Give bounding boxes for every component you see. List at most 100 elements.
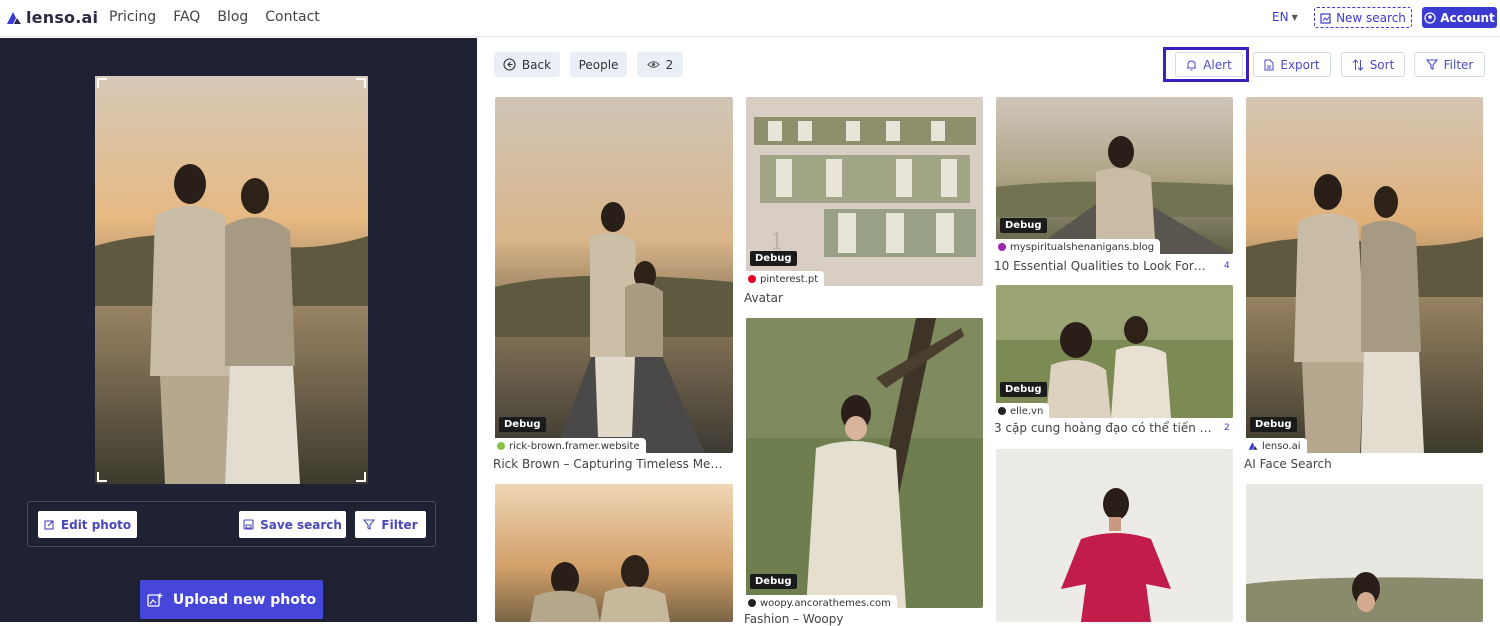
source-tag[interactable]: lenso.ai <box>1246 438 1307 454</box>
result-card[interactable] <box>1246 484 1483 622</box>
upload-new-photo-button[interactable]: Upload new photo <box>140 580 323 619</box>
crop-corner[interactable] <box>356 472 366 482</box>
new-search-label: New search <box>1336 10 1406 25</box>
crop-corner[interactable] <box>97 472 107 482</box>
result-image[interactable] <box>746 318 983 608</box>
source-tag[interactable]: woopy.ancorathemes.com <box>746 595 897 611</box>
source-domain: elle.vn <box>1010 405 1044 417</box>
source-tag[interactable]: pinterest.pt <box>746 271 825 287</box>
debug-badge: Debug <box>1000 218 1047 233</box>
result-image[interactable] <box>495 97 733 453</box>
results-filter-label: Filter <box>1443 57 1474 72</box>
debug-badge: Debug <box>1250 417 1297 432</box>
logo[interactable]: lenso.ai <box>6 8 98 27</box>
duplicate-count: 2 <box>1224 423 1230 433</box>
pencil-icon <box>44 520 54 530</box>
result-image[interactable] <box>996 449 1233 622</box>
debug-badge: Debug <box>1000 382 1047 397</box>
pinterest-icon <box>748 275 756 283</box>
alert-button[interactable]: Alert <box>1175 52 1243 77</box>
result-image[interactable] <box>1246 97 1483 453</box>
result-card[interactable] <box>996 449 1233 622</box>
photo-actions: Edit photo Save search Filter <box>27 501 436 547</box>
source-domain: myspiritualshenanigans.blog <box>1010 241 1155 253</box>
source-tag[interactable]: elle.vn <box>996 403 1050 419</box>
source-domain: rick-brown.framer.website <box>509 440 640 452</box>
top-bar: lenso.ai Pricing FAQ Blog Contact EN ▼ N… <box>0 0 1500 37</box>
nav-faq[interactable]: FAQ <box>173 9 200 25</box>
result-title[interactable]: 3 cặp cung hoàng đạo có thể tiến đến h..… <box>994 421 1218 435</box>
site-favicon-icon <box>998 407 1006 415</box>
bell-icon <box>1187 59 1197 70</box>
site-favicon-icon <box>998 243 1006 251</box>
new-search-button[interactable]: New search <box>1314 7 1412 28</box>
back-label: Back <box>521 57 552 72</box>
result-card[interactable]: 1 Debug pinterest.pt Avatar <box>744 97 984 309</box>
views-count: 2 <box>665 57 674 72</box>
result-card[interactable]: Debug rick-brown.framer.website Rick Bro… <box>493 97 733 477</box>
site-favicon-icon <box>748 599 756 607</box>
result-card[interactable]: Debug woopy.ancorathemes.com Fashion – W… <box>744 318 983 626</box>
save-search-label: Save search <box>260 517 342 532</box>
result-title[interactable]: Fashion – Woopy <box>744 612 984 626</box>
export-button[interactable]: Export <box>1253 52 1331 77</box>
debug-badge: Debug <box>499 417 546 432</box>
debug-badge: Debug <box>750 574 797 589</box>
source-tag[interactable]: myspiritualshenanigans.blog <box>996 239 1161 255</box>
results-filter-button[interactable]: Filter <box>1414 52 1485 77</box>
back-button[interactable]: Back <box>494 52 560 77</box>
account-label: Account <box>1440 10 1495 25</box>
filter-label: Filter <box>381 517 418 532</box>
nav-contact[interactable]: Contact <box>265 9 319 25</box>
save-search-button[interactable]: Save search <box>239 511 346 538</box>
sort-label: Sort <box>1369 57 1395 72</box>
funnel-icon <box>363 519 376 530</box>
language-selector[interactable]: EN ▼ <box>1272 10 1298 24</box>
upload-label: Upload new photo <box>172 591 317 608</box>
edit-photo-button[interactable]: Edit photo <box>38 511 137 538</box>
crop-corner[interactable] <box>97 78 107 88</box>
query-photo <box>95 76 368 484</box>
result-title[interactable]: Avatar <box>744 291 984 305</box>
result-title[interactable]: AI Face Search <box>1244 457 1484 471</box>
source-domain: woopy.ancorathemes.com <box>760 597 891 609</box>
result-card[interactable]: Debug myspiritualshenanigans.blog 10 Ess… <box>994 97 1233 277</box>
people-filter-button[interactable]: People <box>570 52 627 77</box>
sort-button[interactable]: Sort <box>1341 52 1405 77</box>
account-button[interactable]: Account <box>1422 7 1497 28</box>
back-arrow-icon <box>503 58 516 71</box>
source-domain: lenso.ai <box>1262 440 1301 452</box>
nav-blog[interactable]: Blog <box>217 9 248 25</box>
site-favicon-icon <box>497 442 505 450</box>
source-tag[interactable]: rick-brown.framer.website <box>495 438 646 454</box>
lenso-logo-icon <box>1248 442 1258 450</box>
result-card[interactable] <box>495 484 733 622</box>
sort-arrows-icon <box>1352 58 1364 71</box>
views-button[interactable]: 2 <box>637 52 683 77</box>
nav-pricing[interactable]: Pricing <box>109 9 156 25</box>
result-card[interactable]: Debug elle.vn 3 cặp cung hoàng đạo có th… <box>994 285 1233 439</box>
save-icon <box>243 519 254 530</box>
query-image <box>95 76 368 484</box>
result-image[interactable] <box>495 484 733 622</box>
main-nav: Pricing FAQ Blog Contact <box>109 9 337 25</box>
debug-badge: Debug <box>750 251 797 266</box>
lenso-logo-icon <box>7 11 21 24</box>
language-label: EN <box>1272 10 1289 24</box>
user-circle-icon <box>1424 11 1436 24</box>
crop-corner[interactable] <box>356 78 366 88</box>
people-label: People <box>578 57 619 72</box>
result-title[interactable]: 10 Essential Qualities to Look For In An… <box>994 259 1208 273</box>
result-title[interactable]: Rick Brown – Capturing Timeless Memories <box>493 457 733 471</box>
edit-photo-label: Edit photo <box>60 517 132 532</box>
result-card[interactable]: Debug lenso.ai AI Face Search <box>1244 97 1484 477</box>
funnel-icon <box>1425 59 1438 70</box>
source-domain: pinterest.pt <box>760 273 819 285</box>
logo-text: lenso.ai <box>26 8 99 27</box>
result-image[interactable] <box>1246 484 1483 622</box>
result-image[interactable] <box>996 285 1233 418</box>
duplicate-count: 4 <box>1224 261 1230 271</box>
eye-icon <box>646 61 660 68</box>
filter-button[interactable]: Filter <box>355 511 426 538</box>
export-label: Export <box>1280 57 1320 72</box>
